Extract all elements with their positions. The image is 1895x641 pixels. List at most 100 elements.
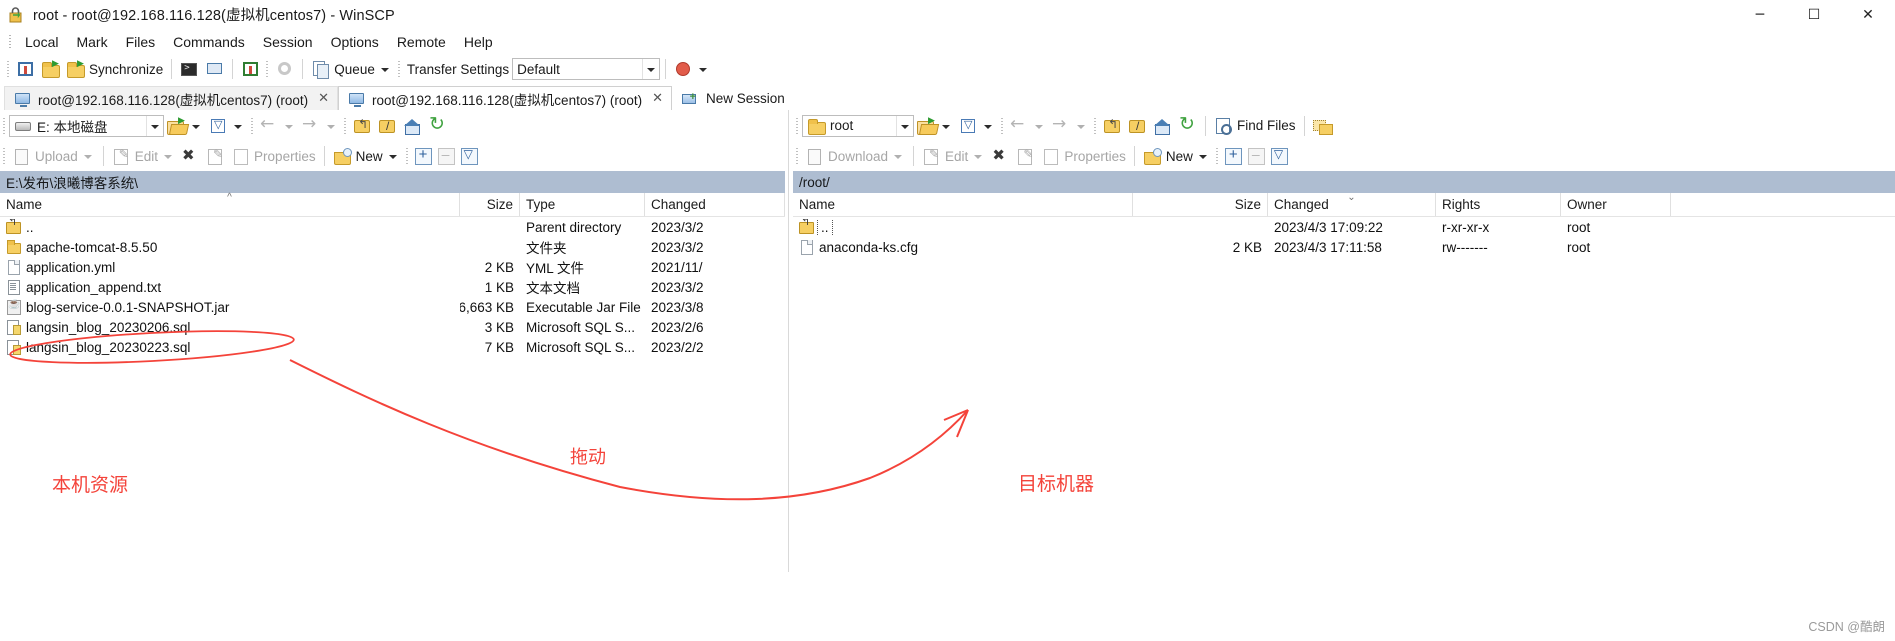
local-path-bar[interactable]: E:\发布\浪曦博客系统\ [0,171,785,193]
remote-column-size[interactable]: Size [1133,193,1268,216]
chevron-down-icon[interactable] [327,124,335,129]
local-column-changed[interactable]: Changed [645,193,785,216]
local-properties-button[interactable]: Properties [228,144,319,168]
minimize-button[interactable]: ─ [1733,0,1787,30]
session-tab-1-close-icon[interactable]: ✕ [318,91,329,106]
remote-forward-button[interactable] [1049,114,1091,138]
local-parent-directory-button[interactable] [350,114,375,138]
table-row[interactable]: .. Parent directory 2023/3/2 [0,217,785,237]
chevron-down-icon[interactable] [642,59,659,79]
remote-back-button[interactable] [1007,114,1049,138]
close-button[interactable]: ✕ [1841,0,1895,30]
table-row[interactable]: langsin_blog_20230206.sql 3 KB Microsoft… [0,317,785,337]
chevron-down-icon[interactable] [1077,124,1085,129]
new-session-tab[interactable]: New Session [672,86,794,110]
remote-column-changed[interactable]: Changed ⌄ [1268,193,1436,216]
session-tab-1[interactable]: root@192.168.116.128(虚拟机centos7) (root) … [4,86,338,110]
menu-session[interactable]: Session [254,32,322,52]
table-row[interactable]: blog-service-0.0.1-SNAPSHOT.jar 36,663 K… [0,297,785,317]
chevron-down-icon[interactable] [234,124,242,129]
remote-refresh-button[interactable] [1175,113,1200,138]
table-row[interactable]: application_append.txt 1 KB 文本文档 2023/3/… [0,277,785,297]
table-row[interactable]: langsin_blog_20230223.sql 7 KB Microsoft… [0,337,785,357]
remote-open-directory-button[interactable] [914,114,956,138]
synchronize-button[interactable]: Synchronize [63,57,166,81]
table-row[interactable]: apache-tomcat-8.5.50 文件夹 2023/3/2 [0,237,785,257]
chevron-down-icon[interactable] [974,155,983,159]
chevron-down-icon[interactable] [164,155,173,159]
chevron-down-icon[interactable] [83,155,92,159]
panel-splitter[interactable] [785,110,793,572]
upload-button[interactable]: Upload [9,144,98,168]
table-row[interactable]: .. 2023/4/3 17:09:22 r-xr-xr-x root [793,217,1895,237]
put-session-button[interactable] [238,57,263,81]
maximize-button[interactable]: ☐ [1787,0,1841,30]
remote-column-rights[interactable]: Rights [1436,193,1561,216]
local-home-directory-button[interactable] [400,114,425,138]
chevron-down-icon[interactable] [285,124,293,129]
local-back-button[interactable] [257,114,299,138]
chevron-down-icon[interactable] [192,124,200,129]
remote-filter-button[interactable] [956,114,998,138]
menu-local[interactable]: Local [16,32,67,52]
remote-edit-button[interactable]: Edit [919,144,988,168]
table-row[interactable]: application.yml 2 KB YML 文件 2021/11/ [0,257,785,277]
chevron-down-icon[interactable] [380,68,389,72]
remote-path-bar[interactable]: /root/ [793,171,1895,193]
remote-column-name[interactable]: Name [793,193,1133,216]
chevron-down-icon[interactable] [894,155,903,159]
chevron-down-icon[interactable] [1198,155,1207,159]
local-filter-button[interactable] [206,114,248,138]
local-column-type[interactable]: Type [520,193,645,216]
remote-root-directory-button[interactable] [1125,114,1150,138]
chevron-down-icon[interactable] [388,155,397,159]
remote-directory-combo[interactable]: root [802,114,914,137]
local-rename-button[interactable] [203,144,228,168]
remote-selection-button[interactable] [1268,144,1291,168]
local-root-directory-button[interactable] [375,114,400,138]
remote-select-remove-button[interactable] [1245,144,1268,168]
local-select-remove-button[interactable] [435,144,458,168]
synchronize-directories-button[interactable] [38,57,63,81]
menu-remote[interactable]: Remote [388,32,455,52]
find-files-button[interactable]: Find Files [1211,114,1299,138]
remote-home-directory-button[interactable] [1150,114,1175,138]
chevron-down-icon[interactable] [984,124,992,129]
chevron-down-icon[interactable] [1035,124,1043,129]
chevron-down-icon[interactable] [699,68,708,72]
remote-properties-button[interactable]: Properties [1038,144,1129,168]
local-column-size[interactable]: Size [460,193,520,216]
menu-files[interactable]: Files [117,32,165,52]
menu-help[interactable]: Help [455,32,502,52]
synchronize-browsing-button[interactable] [13,57,38,81]
queue-button[interactable]: Queue [308,57,395,81]
local-select-add-button[interactable] [412,144,435,168]
session-tab-2-close-icon[interactable]: ✕ [652,91,663,106]
chevron-down-icon[interactable] [942,124,950,129]
remote-rename-button[interactable] [1013,144,1038,168]
remote-parent-directory-button[interactable] [1100,114,1125,138]
local-edit-button[interactable]: Edit [109,144,178,168]
local-delete-button[interactable] [178,144,203,168]
preferences-button[interactable] [272,57,297,81]
local-open-directory-button[interactable] [164,114,206,138]
open-terminal-button[interactable] [202,57,227,81]
console-button[interactable] [177,57,202,81]
local-file-list[interactable]: .. Parent directory 2023/3/2 apache-tomc… [0,217,785,572]
session-tab-2[interactable]: root@192.168.116.128(虚拟机centos7) (root) … [338,86,672,110]
table-row[interactable]: anaconda-ks.cfg 2 KB 2023/4/3 17:11:58 r… [793,237,1895,257]
menu-mark[interactable]: Mark [67,32,116,52]
local-new-button[interactable]: New [330,144,403,168]
remote-copy-path-button[interactable] [1310,114,1335,138]
local-drive-combo[interactable]: E: 本地磁盘 [9,114,164,137]
remote-column-owner[interactable]: Owner [1561,193,1671,216]
remote-select-add-button[interactable] [1222,144,1245,168]
menu-commands[interactable]: Commands [164,32,254,52]
chevron-down-icon[interactable] [896,115,913,136]
remote-new-button[interactable]: New [1140,144,1213,168]
download-button[interactable]: Download [802,144,908,168]
chevron-down-icon[interactable] [146,115,163,136]
remote-delete-button[interactable] [988,144,1013,168]
local-forward-button[interactable] [299,114,341,138]
local-selection-button[interactable] [458,144,481,168]
